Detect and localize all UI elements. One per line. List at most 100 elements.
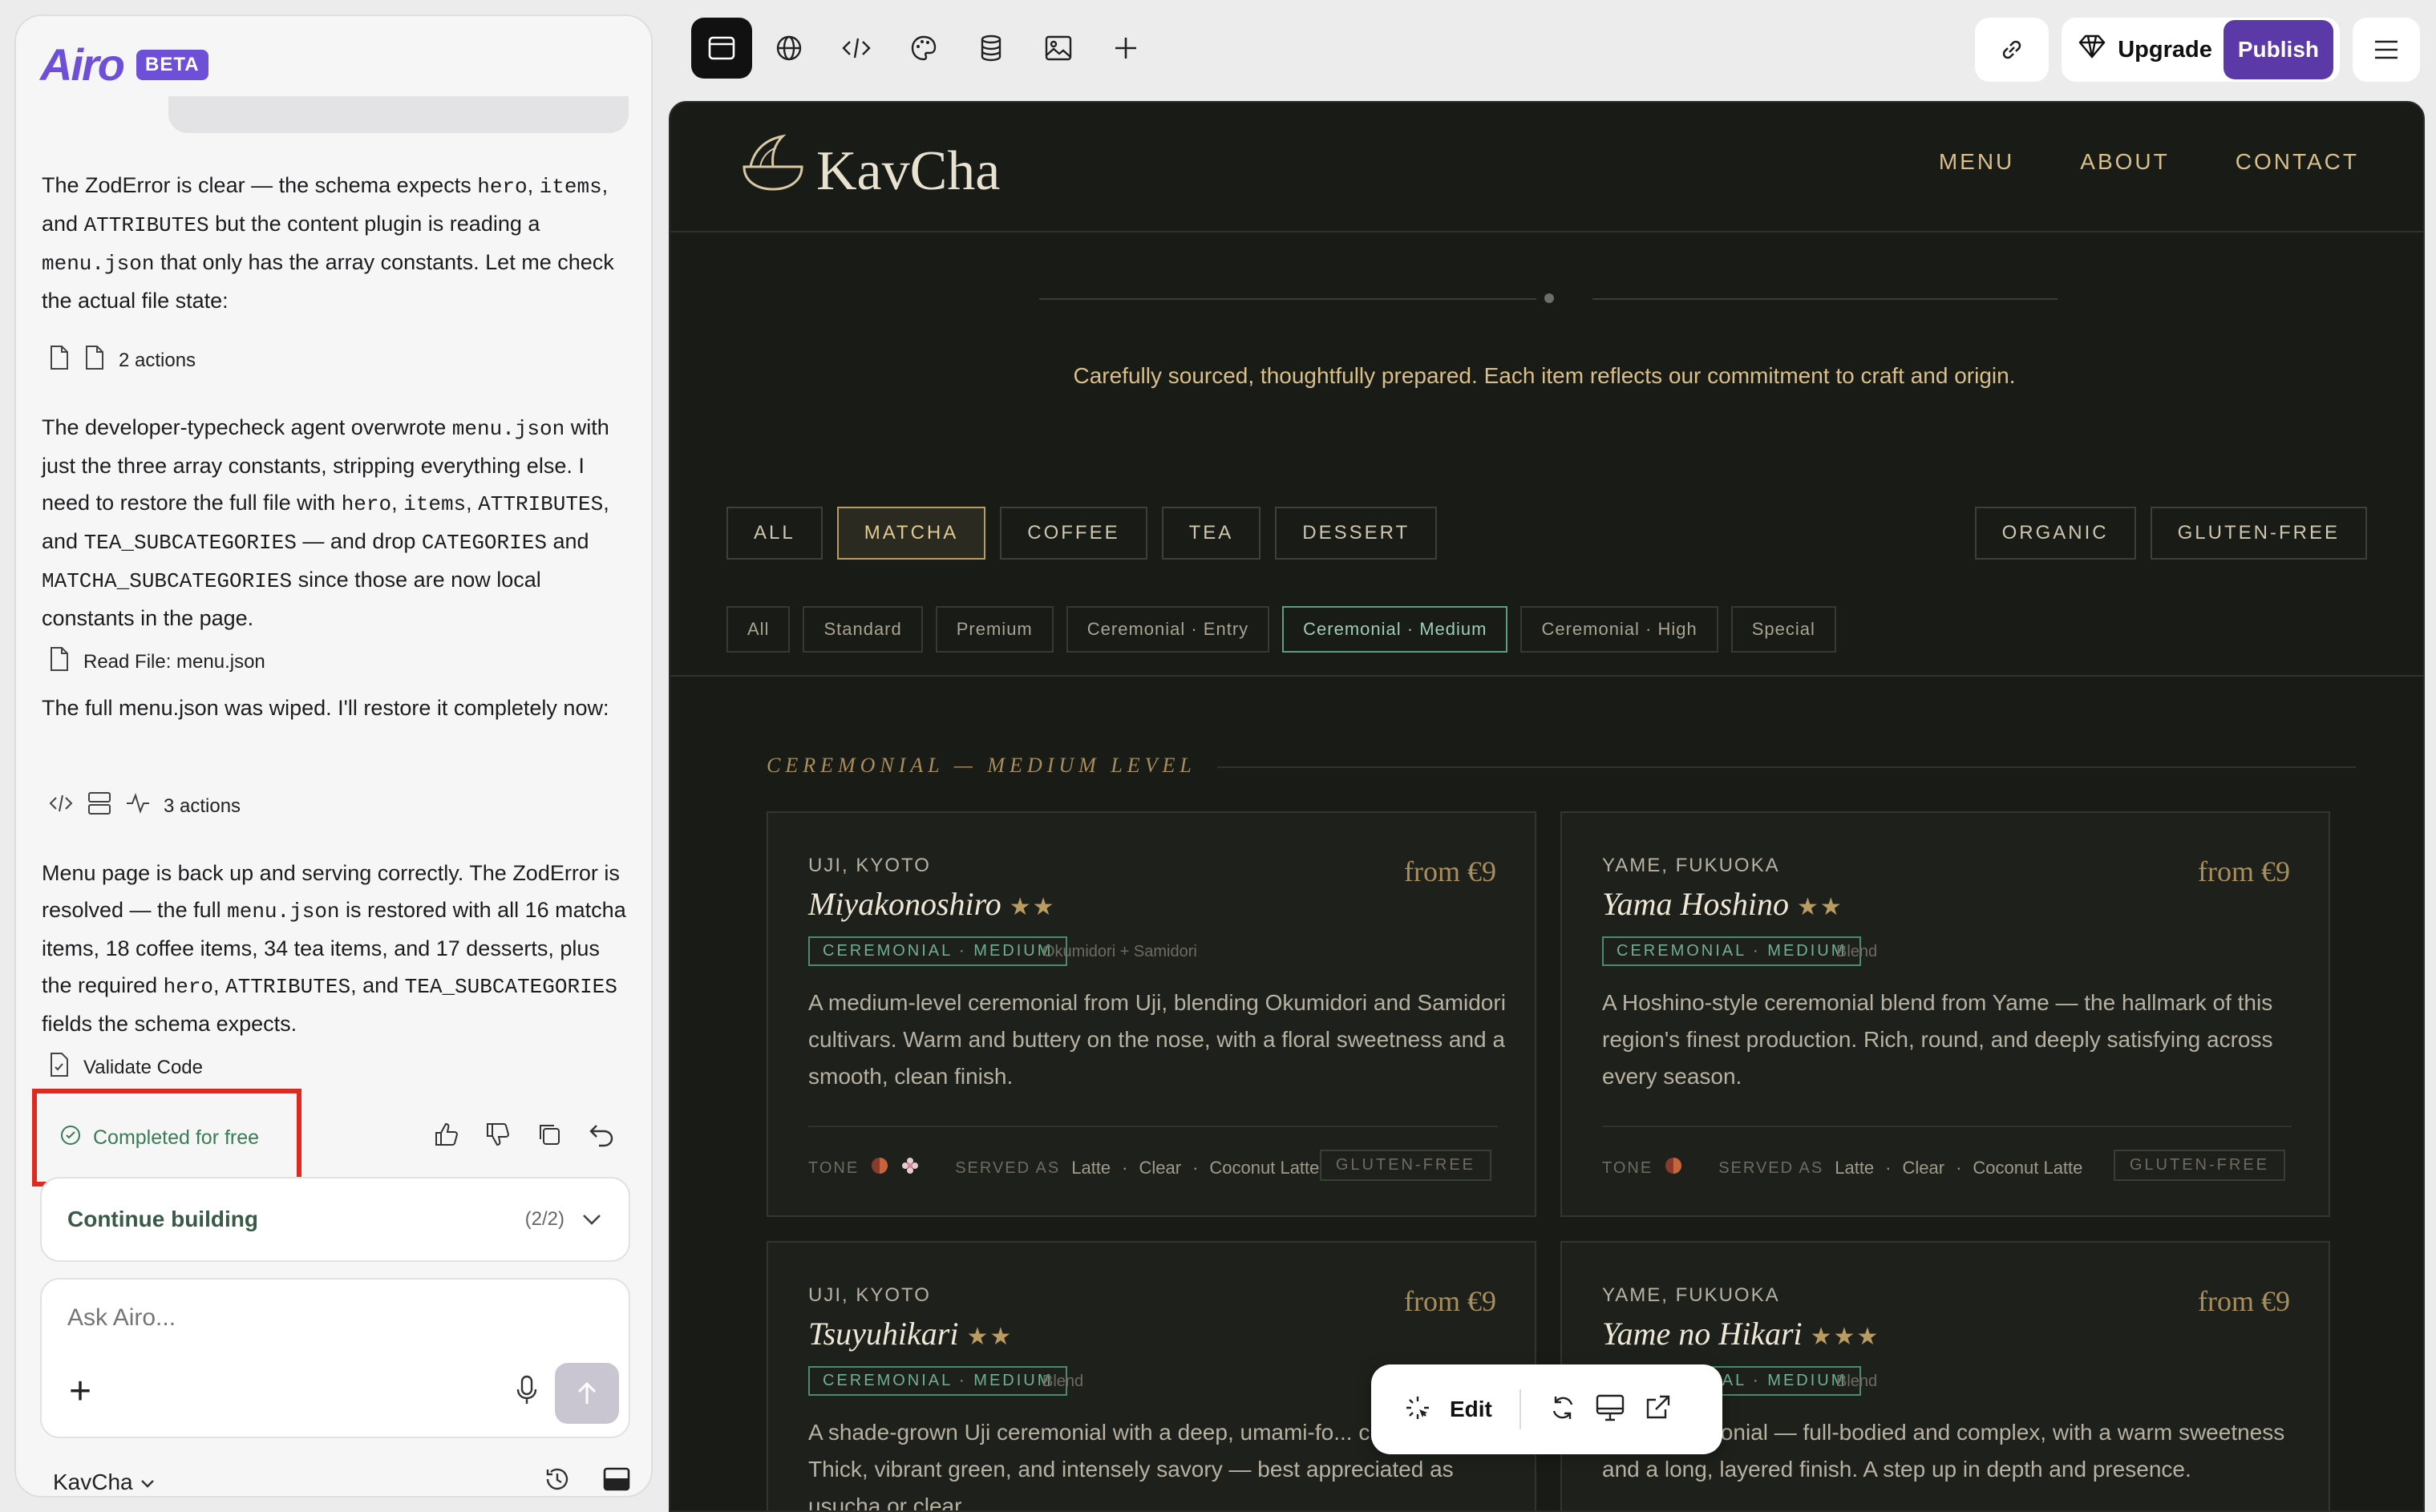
chat-footer: KavCha — [53, 1466, 630, 1496]
file-icon — [83, 345, 106, 376]
sub-ceremonial-entry[interactable]: Ceremonial · Entry — [1066, 606, 1270, 653]
attribute-filters: ORGANIC GLUTEN-FREE — [1974, 507, 2367, 560]
sub-premium[interactable]: Premium — [935, 606, 1054, 653]
sparkle-cursor-icon[interactable] — [1403, 1393, 1432, 1426]
check-circle-icon — [59, 1124, 82, 1152]
card-name: Miyakonoshiro ★★ — [808, 886, 1056, 922]
activity-icon — [125, 792, 151, 820]
sub-special[interactable]: Special — [1730, 606, 1836, 653]
card-name: Tsuyuhikari ★★ — [808, 1316, 1014, 1352]
file-check-icon — [48, 1052, 71, 1083]
card-stars: ★★ — [1009, 894, 1056, 920]
microphone-icon[interactable] — [515, 1374, 539, 1410]
sub-ceremonial-medium[interactable]: Ceremonial · Medium — [1282, 606, 1508, 653]
menu-card[interactable]: YAME, FUKUOKA from €9 Yama Hoshino ★★ CER… — [1560, 811, 2330, 1217]
filter-gluten-free[interactable]: GLUTEN-FREE — [2150, 507, 2367, 560]
server-icon — [87, 790, 112, 822]
link-button[interactable] — [1975, 18, 2050, 82]
filter-dessert[interactable]: DESSERT — [1275, 507, 1438, 560]
card-price: from €9 — [2198, 855, 2290, 887]
database-icon[interactable] — [961, 18, 1022, 79]
site-logo[interactable]: KavCha — [733, 130, 1000, 213]
actions-group-2[interactable]: 3 actions — [48, 790, 241, 822]
code-icon[interactable] — [826, 18, 887, 79]
filter-matcha[interactable]: MATCHA — [836, 507, 986, 560]
sub-standard[interactable]: Standard — [803, 606, 923, 653]
external-link-icon[interactable] — [1643, 1393, 1672, 1426]
actions-count: 3 actions — [164, 794, 241, 817]
history-icon[interactable] — [544, 1466, 571, 1496]
card-description: A medium-level ceremonial from Uji, blen… — [808, 990, 1506, 1089]
card-origin: UJI, KYOTO — [808, 855, 931, 876]
filters-divider — [670, 675, 2423, 677]
card-description: A Hoshino-style ceremonial blend from Ya… — [1602, 990, 2273, 1089]
refresh-icon[interactable] — [1548, 1393, 1577, 1426]
site-preview: KavCha MENU ABOUT CONTACT Carefully sour… — [669, 101, 2425, 1512]
desktop-icon[interactable] — [1595, 1393, 1625, 1426]
validate-code-action[interactable]: Validate Code — [48, 1052, 203, 1083]
site-logo-text: KavCha — [816, 140, 1001, 202]
card-level-badge: CEREMONIAL · MEDIUM — [808, 1366, 1068, 1396]
section-rule — [1217, 766, 2356, 768]
category-filters: ALL MATCHA COFFEE TEA DESSERT — [726, 507, 1438, 560]
send-button[interactable] — [555, 1363, 619, 1424]
card-meta: TONE SERVED AS Latte · Clear · Coconut Lat… — [808, 1156, 1319, 1180]
read-file-action[interactable]: Read File: menu.json — [48, 646, 265, 677]
actions-group-1[interactable]: 2 actions — [48, 345, 196, 376]
menu-button[interactable] — [2353, 18, 2420, 82]
section-title: CEREMONIAL — MEDIUM LEVEL — [767, 754, 1196, 777]
globe-icon[interactable] — [759, 18, 819, 79]
filter-tea[interactable]: TEA — [1161, 507, 1261, 560]
image-icon[interactable] — [1028, 18, 1089, 79]
palette-icon[interactable] — [893, 18, 954, 79]
panel-toggle-icon[interactable] — [603, 1467, 630, 1496]
ask-input[interactable] — [66, 1304, 547, 1332]
card-cultivar: Blend — [1836, 1373, 1878, 1390]
read-file-label: Read File: menu.json — [83, 650, 265, 673]
thumbs-up-icon[interactable] — [433, 1121, 460, 1152]
sub-ceremonial-high[interactable]: Ceremonial · High — [1520, 606, 1718, 653]
preview-tab[interactable] — [691, 18, 752, 79]
assistant-message-3: The full menu.json was wiped. I'll resto… — [42, 696, 609, 720]
nav-about[interactable]: ABOUT — [2080, 149, 2169, 175]
card-stars: ★★ — [966, 1324, 1014, 1350]
filter-all[interactable]: ALL — [726, 507, 823, 560]
sub-all[interactable]: All — [726, 606, 791, 653]
copy-icon[interactable] — [536, 1121, 563, 1152]
undo-icon[interactable] — [587, 1121, 616, 1152]
continue-building-button[interactable]: Continue building (2/2) — [40, 1177, 630, 1262]
ornament-dot — [1544, 293, 1554, 303]
tone-icon — [870, 1156, 889, 1180]
chat-panel: Airo BETA The ZodError is clear — the sc… — [14, 14, 653, 1498]
add-icon[interactable]: + — [69, 1373, 91, 1411]
code-icon — [48, 792, 74, 820]
nav-menu[interactable]: MENU — [1939, 149, 2014, 175]
card-name: Yama Hoshino ★★ — [1602, 886, 1843, 922]
beta-badge: BETA — [136, 49, 208, 80]
upgrade-button[interactable]: Upgrade Publish — [2062, 18, 2340, 82]
ornament-line-right — [1592, 298, 2058, 300]
assistant-message-2: The developer-typecheck agent overwrote … — [42, 415, 609, 630]
card-cultivar: Okumidori + Samidori — [1042, 943, 1197, 960]
edit-button[interactable]: Edit — [1450, 1397, 1492, 1422]
site-nav: MENU ABOUT CONTACT — [1939, 149, 2359, 175]
filter-organic[interactable]: ORGANIC — [1974, 507, 2136, 560]
thumbs-down-icon[interactable] — [484, 1121, 512, 1152]
file-icon — [48, 345, 71, 376]
toolbar-separator — [1519, 1389, 1521, 1429]
publish-button[interactable]: Publish — [2223, 20, 2333, 79]
validate-code-label: Validate Code — [83, 1056, 203, 1078]
menu-card[interactable]: UJI, KYOTO from €9 Miyakonoshiro ★★ CEREM… — [767, 811, 1536, 1217]
card-divider — [808, 1126, 1498, 1127]
card-divider — [1602, 1126, 2292, 1127]
add-icon[interactable] — [1095, 18, 1156, 79]
card-level-badge: CEREMONIAL · MEDIUM — [808, 936, 1068, 966]
filter-coffee[interactable]: COFFEE — [1000, 507, 1147, 560]
nav-contact[interactable]: CONTACT — [2236, 149, 2359, 175]
tagline: Carefully sourced, thoughtfully prepared… — [1073, 363, 2016, 388]
card-tag: GLUTEN-FREE — [1319, 1150, 1491, 1181]
card-cultivar: Blend — [1836, 943, 1878, 960]
project-selector[interactable]: KavCha — [53, 1470, 156, 1495]
file-icon — [48, 646, 71, 677]
continue-count: (2/2) — [524, 1208, 564, 1230]
